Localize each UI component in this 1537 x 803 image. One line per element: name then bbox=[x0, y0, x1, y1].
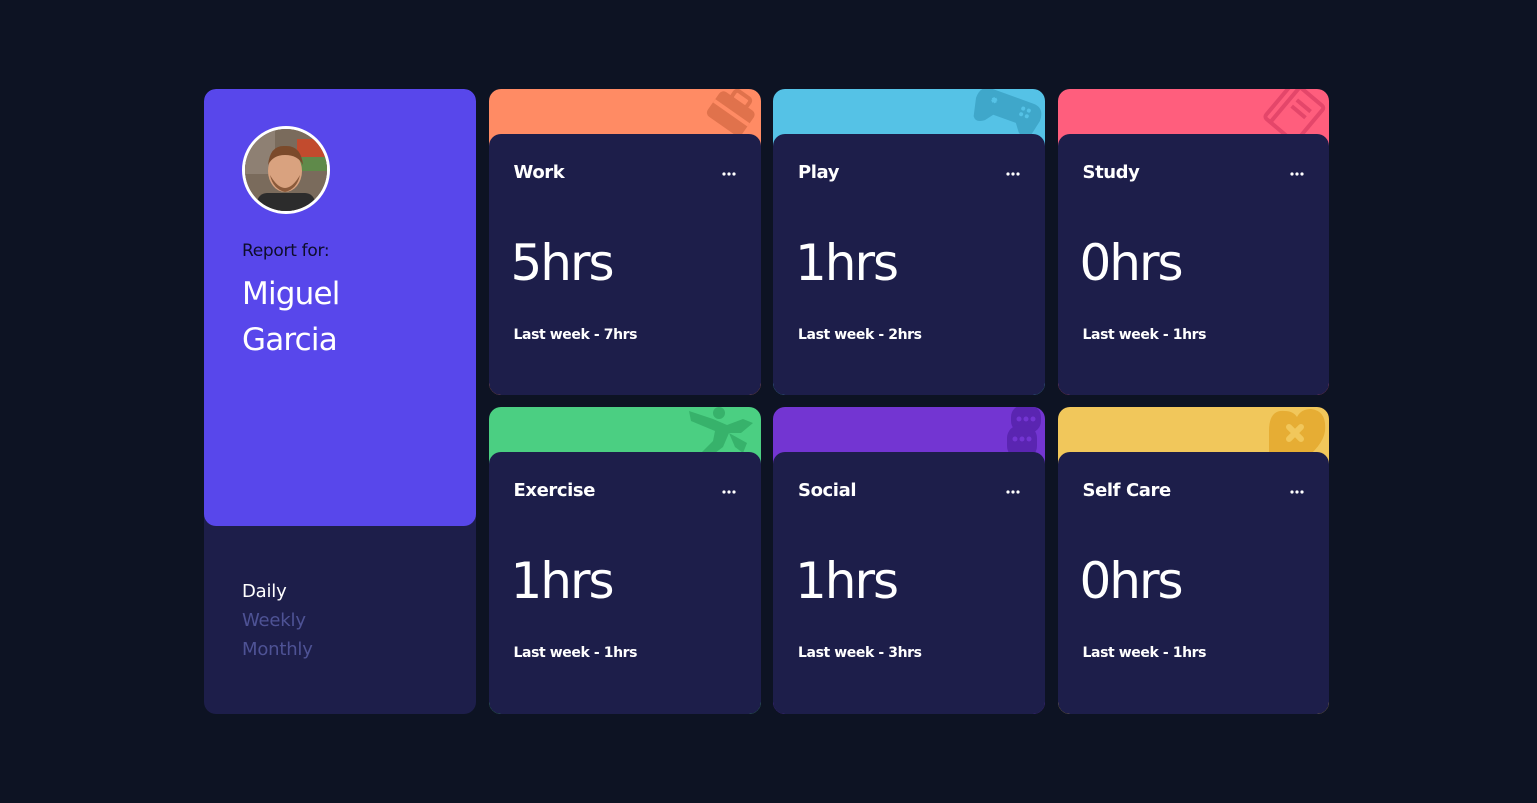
card-title: Self Care bbox=[1082, 480, 1172, 501]
card-title: Exercise bbox=[513, 480, 596, 501]
avatar bbox=[242, 126, 330, 214]
ellipsis-icon[interactable] bbox=[1289, 167, 1304, 181]
profile-card: Report for: Miguel Garcia Daily Weekly M… bbox=[204, 89, 476, 714]
previous-hours: Last week - 3hrs bbox=[798, 645, 922, 661]
time-tracking-dashboard: Report for: Miguel Garcia Daily Weekly M… bbox=[204, 89, 1329, 714]
card-social: Social 1hrs Last week - 3hrs bbox=[773, 407, 1045, 714]
previous-hours: Last week - 2hrs bbox=[798, 327, 922, 343]
card-work-body[interactable]: Work 5hrs Last week - 7hrs bbox=[488, 134, 761, 395]
card-title: Social bbox=[798, 480, 857, 501]
report-label: Report for: bbox=[242, 241, 330, 261]
previous-hours: Last week - 1hrs bbox=[1082, 645, 1207, 661]
timeframe-weekly[interactable]: Weekly bbox=[242, 606, 313, 635]
timeframe-daily[interactable]: Daily bbox=[242, 577, 313, 606]
timeframe-monthly[interactable]: Monthly bbox=[242, 635, 313, 664]
card-study-body[interactable]: Study 0hrs Last week - 1hrs bbox=[1057, 134, 1329, 395]
card-self-care: Self Care 0hrs Last week - 1hrs bbox=[1057, 407, 1329, 714]
card-title: Work bbox=[513, 162, 565, 183]
card-self-care-body[interactable]: Self Care 0hrs Last week - 1hrs bbox=[1057, 452, 1329, 714]
card-exercise: Exercise 1hrs Last week - 1hrs bbox=[488, 407, 761, 714]
card-play-body[interactable]: Play 1hrs Last week - 2hrs bbox=[773, 134, 1045, 395]
card-study: Study 0hrs Last week - 1hrs bbox=[1057, 89, 1329, 395]
current-hours: 0hrs bbox=[1079, 552, 1184, 610]
card-work: Work 5hrs Last week - 7hrs bbox=[488, 89, 761, 395]
card-play: Play 1hrs Last week - 2hrs bbox=[773, 89, 1045, 395]
card-title: Play bbox=[798, 162, 840, 183]
profile-header: Report for: Miguel Garcia bbox=[204, 89, 476, 526]
current-hours: 1hrs bbox=[510, 552, 615, 610]
current-hours: 0hrs bbox=[1079, 234, 1184, 292]
ellipsis-icon[interactable] bbox=[721, 167, 736, 181]
current-hours: 1hrs bbox=[795, 234, 899, 292]
current-hours: 5hrs bbox=[510, 234, 615, 292]
timeframe-selector: Daily Weekly Monthly bbox=[242, 577, 313, 664]
card-social-body[interactable]: Social 1hrs Last week - 3hrs bbox=[773, 452, 1045, 714]
card-title: Study bbox=[1082, 162, 1140, 183]
ellipsis-icon[interactable] bbox=[1006, 485, 1020, 499]
previous-hours: Last week - 1hrs bbox=[513, 645, 638, 661]
ellipsis-icon[interactable] bbox=[721, 485, 736, 499]
current-hours: 1hrs bbox=[795, 552, 899, 610]
card-exercise-body[interactable]: Exercise 1hrs Last week - 1hrs bbox=[488, 452, 761, 714]
ellipsis-icon[interactable] bbox=[1006, 167, 1020, 181]
previous-hours: Last week - 7hrs bbox=[513, 327, 638, 343]
ellipsis-icon[interactable] bbox=[1289, 485, 1304, 499]
user-name: Miguel Garcia bbox=[242, 276, 340, 358]
previous-hours: Last week - 1hrs bbox=[1082, 327, 1207, 343]
